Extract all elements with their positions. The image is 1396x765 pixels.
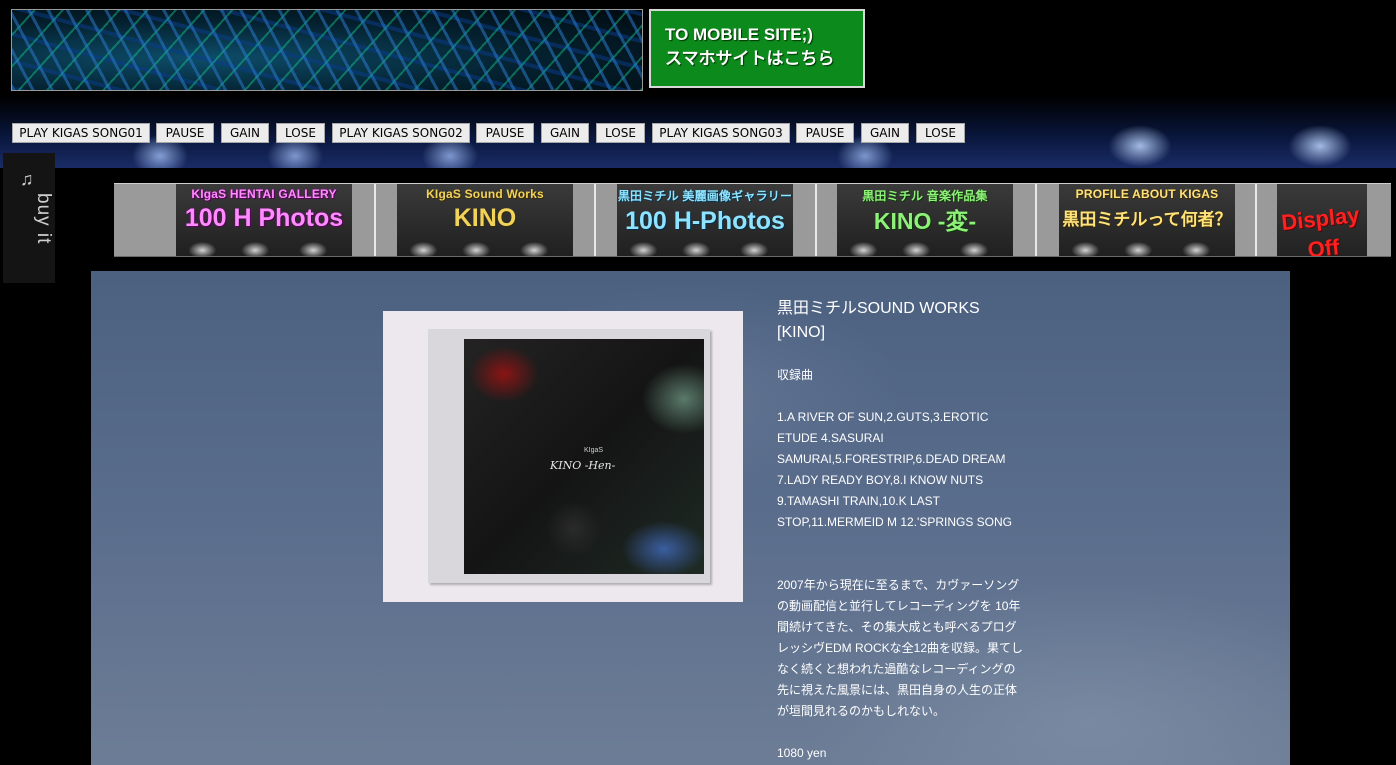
nav-profile-small: PROFILE ABOUT KIGAS	[1075, 187, 1219, 201]
cover-title: KINO -Hen-	[550, 459, 616, 472]
nav-sound-works-small: KIgaS Sound Works	[426, 187, 544, 201]
product-title-line2: [KINO]	[777, 324, 826, 341]
nav-jp-music-banner[interactable]: 黒田ミチル 音楽作品集 KINO -変-	[837, 184, 1013, 256]
nav-hentai-gallery-banner[interactable]: KIgaS HENTAI GALLERY 100 H Photos	[176, 184, 352, 256]
mobile-site-button[interactable]: TO MOBILE SITE;) スマホサイトはこちら	[649, 9, 865, 88]
buy-it-label: buy it	[33, 193, 54, 245]
nav-hentai-gallery-small: KIgaS HENTAI GALLERY	[191, 187, 337, 201]
mobile-button-line1: TO MOBILE SITE;)	[665, 25, 813, 44]
pause-song02-button[interactable]: PAUSE	[476, 123, 534, 143]
description-line: なく続くと想われた過酷なレコーディングの	[777, 662, 1016, 676]
mobile-button-line2: スマホサイトはこちら	[665, 49, 835, 68]
nav-divider	[1035, 184, 1037, 256]
play-song01-button[interactable]: PLAY KIGAS SONG01	[12, 123, 150, 143]
nav-jp-music-big: KINO -変-	[873, 208, 977, 234]
tracklist-line: STOP,11.MERMEID M 12.'SPRINGS SONG	[777, 515, 1013, 529]
description-line: 2007年から現在に至るまで、カヴァーソング	[777, 578, 1020, 592]
nav-divider	[374, 184, 376, 256]
page: TO MOBILE SITE;) スマホサイトはこちら PLAY KIGAS S…	[0, 0, 1396, 765]
tracklist-line: 9.TAMASHI TRAIN,10.K LAST	[777, 494, 940, 508]
gain-song02-button[interactable]: GAIN	[541, 123, 589, 143]
display-off-label: Display Off	[1280, 202, 1361, 256]
album-cover-image[interactable]: KIgaS KINO -Hen-	[383, 311, 743, 602]
nav-jp-gallery-small: 黒田ミチル 美麗画像ギャラリー	[617, 189, 793, 203]
cover-brand: KIgaS	[584, 447, 604, 454]
description-line: が垣間見れるのかもしれない。	[777, 704, 946, 718]
description-line: 間続けてきた、その集大成とも呼べるプログ	[777, 620, 1017, 634]
nav-divider	[815, 184, 817, 256]
product-info: 黒田ミチルSOUND WORKS [KINO] 収録曲 1.A RIVER OF…	[777, 297, 1037, 764]
play-song02-button[interactable]: PLAY KIGAS SONG02	[332, 123, 470, 143]
description-line: の動画配信と並行してレコーディングを 10年	[777, 599, 1021, 613]
music-note-icon: ♫	[20, 169, 34, 189]
tracklist-heading: 収録曲	[777, 368, 814, 382]
nav-hentai-gallery-big: 100 H Photos	[184, 204, 344, 232]
nav-jp-gallery-banner[interactable]: 黒田ミチル 美麗画像ギャラリー 100 H-Photos	[617, 184, 793, 256]
lose-song01-button[interactable]: LOSE	[276, 123, 325, 143]
nav-profile-big: 黒田ミチルって何者？	[1062, 210, 1232, 229]
pause-song03-button[interactable]: PAUSE	[796, 123, 854, 143]
pause-song01-button[interactable]: PAUSE	[156, 123, 214, 143]
header-banner-image[interactable]	[11, 9, 643, 91]
gain-song03-button[interactable]: GAIN	[861, 123, 909, 143]
product-title-line1: 黒田ミチルSOUND WORKS	[777, 300, 980, 317]
tracklist-line: SAMURAI,5.FORESTRIP,6.DEAD DREAM	[777, 452, 1006, 466]
gain-song01-button[interactable]: GAIN	[221, 123, 269, 143]
lose-song03-button[interactable]: LOSE	[916, 123, 965, 143]
nav-jp-music-small: 黒田ミチル 音楽作品集	[862, 189, 988, 203]
description-line: 先に視えた風景には、黒田自身の人生の正体	[777, 683, 1018, 697]
display-off-button[interactable]: Display Off	[1277, 184, 1367, 256]
gallery-nav-strip: KIgaS HENTAI GALLERY 100 H Photos KIgaS …	[114, 183, 1391, 257]
price: 1080 yen	[777, 746, 827, 760]
album-artwork: KIgaS KINO -Hen-	[464, 339, 704, 574]
nav-profile-banner[interactable]: PROFILE ABOUT KIGAS 黒田ミチルって何者？	[1059, 184, 1235, 256]
nav-divider	[1255, 184, 1257, 256]
nav-divider	[594, 184, 596, 256]
nav-sound-works-banner[interactable]: KIgaS Sound Works KINO	[397, 184, 573, 256]
tracklist-line: ETUDE 4.SASURAI	[777, 431, 884, 445]
nav-jp-gallery-big: 100 H-Photos	[625, 207, 785, 235]
tracklist-line: 7.LADY READY BOY,8.I KNOW NUTS	[777, 473, 984, 487]
cd-case: KIgaS KINO -Hen-	[428, 329, 710, 583]
tracklist: 1.A RIVER OF SUN,2.GUTS,3.EROTIC ETUDE 4…	[777, 407, 1037, 533]
buy-it-tab[interactable]: ♫ buy it	[3, 153, 55, 283]
tracklist-line: 1.A RIVER OF SUN,2.GUTS,3.EROTIC	[777, 410, 989, 424]
lose-song02-button[interactable]: LOSE	[596, 123, 645, 143]
play-song03-button[interactable]: PLAY KIGAS SONG03	[652, 123, 790, 143]
product-description: 2007年から現在に至るまで、カヴァーソング の動画配信と並行してレコーディング…	[777, 575, 1037, 722]
description-line: レッシヴEDM ROCKな全12曲を収録。果てし	[777, 641, 1024, 655]
nav-sound-works-big: KINO	[453, 204, 517, 232]
